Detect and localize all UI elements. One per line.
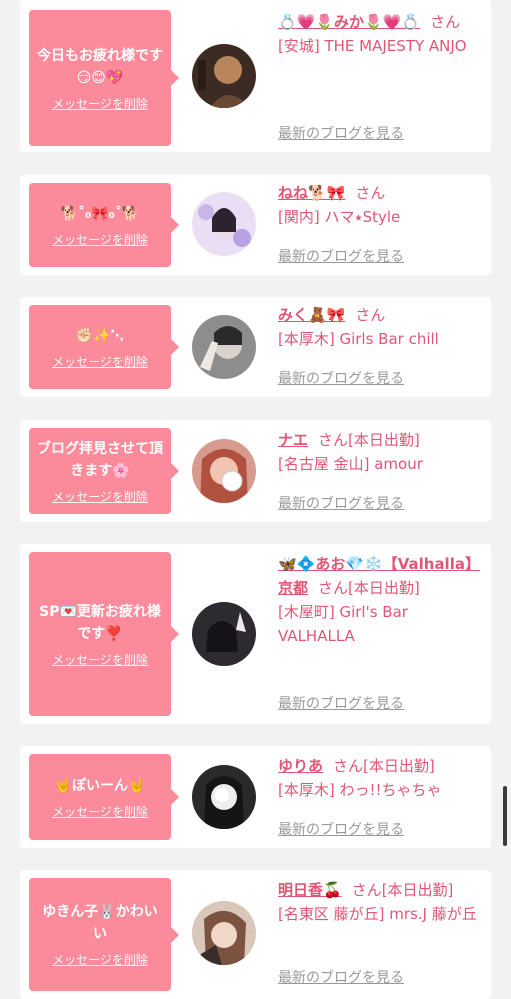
latest-blog-link[interactable]: 最新のブログを見る	[278, 367, 404, 391]
avatar[interactable]	[192, 901, 256, 965]
avatar-photo	[192, 44, 256, 108]
san-suffix: さん	[318, 431, 349, 449]
message-bubble: ✊🏻✨⋱ メッセージを削除	[29, 305, 179, 389]
message-bubble: 今日もお疲れ様です😏😊💖 メッセージを削除	[29, 10, 179, 146]
shop-name: [木屋町] Girl's Bar VALHALLA	[278, 603, 408, 645]
cast-info: ねね🐕🎀 さん [関内] ハマ⭑Style 最新のブログを見る	[278, 181, 484, 265]
cast-name-link[interactable]: ナエ	[278, 431, 308, 449]
san-suffix: さん	[318, 579, 349, 597]
cast-name-link[interactable]: ねね🐕🎀	[278, 184, 345, 202]
work-status: [本日出勤]	[348, 431, 420, 449]
san-suffix: さん	[355, 306, 386, 324]
message-card: ゆきん子🐰かわいい メッセージを削除 明日香🍒 さん[本日出勤] [名東区 藤が丘…	[20, 870, 491, 999]
avatar[interactable]	[192, 602, 256, 666]
work-status: [本日出勤]	[381, 881, 454, 899]
avatar-photo	[192, 765, 256, 829]
message-card: 🤘ぽいーん🤘 メッセージを削除 ゆりあ さん[本日出勤] [本厚木] わっ!!ちゃ…	[20, 746, 491, 848]
latest-blog-link[interactable]: 最新のブログを見る	[278, 818, 404, 842]
latest-blog-link[interactable]: 最新のブログを見る	[278, 692, 404, 716]
avatar[interactable]	[192, 439, 256, 503]
message-list: 今日もお疲れ様です😏😊💖 メッセージを削除 💍💗🌷みか🌷💗💍 さん [安城] TH…	[0, 0, 511, 999]
latest-blog-link[interactable]: 最新のブログを見る	[278, 966, 404, 990]
work-status: [本日出勤]	[363, 757, 435, 775]
cast-info: ナエ さん[本日出勤] [名古屋 金山] amour 最新のブログを見る	[278, 428, 484, 512]
cast-info: 💍💗🌷みか🌷💗💍 さん [安城] THE MAJESTY ANJO 最新のブログを…	[278, 10, 484, 142]
avatar-photo	[192, 315, 256, 379]
cast-name-link[interactable]: 💍💗🌷みか🌷💗💍	[278, 13, 420, 31]
avatar[interactable]	[192, 765, 256, 829]
shop-name: [安城] THE MAJESTY ANJO	[278, 37, 467, 55]
cast-name-link[interactable]: みく🧸🎀	[278, 306, 345, 324]
message-text: ✊🏻✨⋱	[75, 327, 125, 344]
message-card: SP💌更新お疲れ様です❣️ メッセージを削除 🦋💠あお💎❄️【Valhalla】…	[20, 544, 491, 724]
cast-name-link[interactable]: ゆりあ	[278, 757, 323, 775]
shop-name: [本厚木] Girls Bar chill	[278, 330, 439, 348]
message-text: SP💌更新お疲れ様です❣️	[39, 603, 161, 642]
avatar-photo	[192, 901, 256, 965]
delete-message-link[interactable]: メッセージを削除	[52, 803, 148, 820]
work-status: [本日出勤]	[348, 579, 420, 597]
message-bubble: 🐕˚₀🎀₀˚🐕 メッセージを削除	[29, 183, 179, 267]
message-text: ゆきん子🐰かわいい	[42, 904, 158, 942]
shop-name: [本厚木] わっ!!ちゃちゃ	[278, 781, 442, 799]
cast-info: みく🧸🎀 さん [本厚木] Girls Bar chill 最新のブログを見る	[278, 303, 484, 387]
avatar-photo	[192, 439, 256, 503]
delete-message-link[interactable]: メッセージを削除	[52, 95, 148, 112]
san-suffix: さん	[355, 184, 386, 202]
message-bubble: ゆきん子🐰かわいい メッセージを削除	[29, 878, 179, 991]
latest-blog-link[interactable]: 最新のブログを見る	[278, 492, 404, 516]
san-suffix: さん	[430, 13, 461, 31]
avatar-photo	[192, 602, 256, 666]
shop-name: [名東区 藤が丘] mrs.J 藤が丘	[278, 905, 477, 923]
message-text: ブログ拝見させて頂きます🌸	[37, 440, 163, 479]
message-bubble: 🤘ぽいーん🤘 メッセージを削除	[29, 754, 179, 840]
message-bubble: SP💌更新お疲れ様です❣️ メッセージを削除	[29, 552, 179, 716]
message-card: 今日もお疲れ様です😏😊💖 メッセージを削除 💍💗🌷みか🌷💗💍 さん [安城] TH…	[20, 0, 491, 152]
avatar[interactable]	[192, 192, 256, 256]
avatar[interactable]	[192, 315, 256, 379]
delete-message-link[interactable]: メッセージを削除	[52, 353, 148, 370]
cast-info: 🦋💠あお💎❄️【Valhalla】京都 さん[本日出勤] [木屋町] Girl's…	[278, 552, 484, 712]
delete-message-link[interactable]: メッセージを削除	[52, 651, 148, 668]
latest-blog-link[interactable]: 最新のブログを見る	[278, 122, 404, 146]
message-text: 🤘ぽいーん🤘	[54, 777, 146, 794]
scrollbar[interactable]	[503, 786, 507, 846]
latest-blog-link[interactable]: 最新のブログを見る	[278, 245, 404, 269]
avatar[interactable]	[192, 44, 256, 108]
cast-name-link[interactable]: 明日香🍒	[278, 881, 342, 899]
san-suffix: さん	[333, 757, 364, 775]
delete-message-link[interactable]: メッセージを削除	[52, 231, 148, 248]
message-card: 🐕˚₀🎀₀˚🐕 メッセージを削除 ねね🐕🎀 さん [関内] ハマ⭑Style 最新…	[20, 175, 491, 275]
shop-name: [名古屋 金山] amour	[278, 455, 423, 473]
message-card: ✊🏻✨⋱ メッセージを削除 みく🧸🎀 さん [本厚木] Girls Bar chi…	[20, 297, 491, 397]
message-text: 今日もお疲れ様です😏😊💖	[37, 47, 163, 86]
message-card: ブログ拝見させて頂きます🌸 メッセージを削除 ナエ さん[本日出勤] [名古屋 金…	[20, 420, 491, 522]
avatar-photo	[192, 192, 256, 256]
cast-info: ゆりあ さん[本日出勤] [本厚木] わっ!!ちゃちゃ 最新のブログを見る	[278, 754, 484, 838]
delete-message-link[interactable]: メッセージを削除	[52, 951, 148, 968]
message-bubble: ブログ拝見させて頂きます🌸 メッセージを削除	[29, 428, 179, 514]
cast-info: 明日香🍒 さん[本日出勤] [名東区 藤が丘] mrs.J 藤が丘 最新のブログを…	[278, 878, 484, 986]
message-text: 🐕˚₀🎀₀˚🐕	[60, 205, 140, 222]
delete-message-link[interactable]: メッセージを削除	[52, 488, 148, 505]
san-suffix: さん	[351, 881, 382, 899]
shop-name: [関内] ハマ⭑Style	[278, 208, 401, 226]
